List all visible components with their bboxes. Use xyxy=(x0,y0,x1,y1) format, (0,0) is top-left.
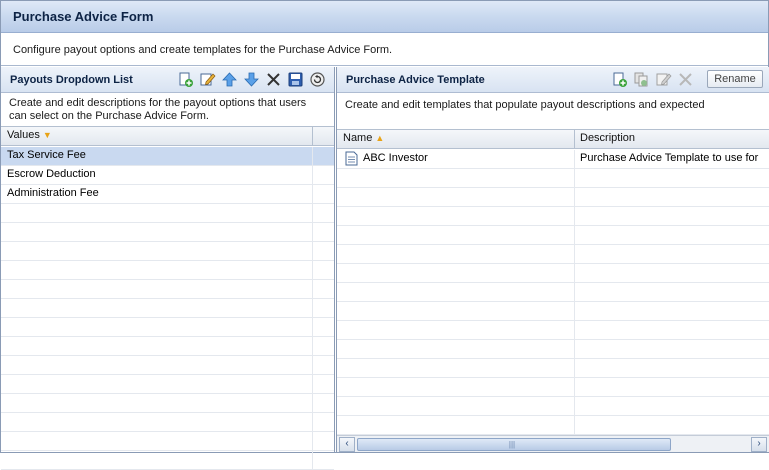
column-divider xyxy=(574,130,575,148)
empty-row xyxy=(1,337,334,356)
empty-row xyxy=(1,451,334,470)
empty-row xyxy=(337,207,769,226)
undo-icon[interactable] xyxy=(309,71,326,88)
empty-row xyxy=(1,299,334,318)
payouts-list: Tax Service Fee Escrow Deduction Adminis… xyxy=(1,147,334,470)
empty-row xyxy=(337,169,769,188)
values-header-label: Values ▼ xyxy=(7,129,52,141)
payouts-panel-title: Payouts Dropdown List xyxy=(10,74,133,86)
move-down-icon[interactable] xyxy=(243,71,260,88)
copy-icon[interactable] xyxy=(633,71,650,88)
divider xyxy=(1,65,768,66)
empty-row xyxy=(337,416,769,435)
scroll-right-icon[interactable]: › xyxy=(751,437,767,452)
empty-row xyxy=(1,394,334,413)
document-icon xyxy=(345,151,358,169)
template-description-cell: Purchase Advice Template to use for xyxy=(580,152,759,164)
template-panel-title: Purchase Advice Template xyxy=(346,74,485,86)
template-panel-header: Purchase Advice Template Rename xyxy=(337,67,769,93)
add-icon[interactable] xyxy=(611,71,628,88)
payouts-description: Create and edit descriptions for the pay… xyxy=(9,97,306,123)
edit-icon[interactable] xyxy=(199,71,216,88)
template-name: ABC Investor xyxy=(363,152,428,164)
title-bar: Purchase Advice Form xyxy=(1,1,768,33)
list-item-label: Tax Service Fee xyxy=(7,149,86,161)
save-icon[interactable] xyxy=(287,71,304,88)
payouts-panel-header: Payouts Dropdown List xyxy=(1,67,334,93)
add-icon[interactable] xyxy=(177,71,194,88)
empty-row xyxy=(1,223,334,242)
empty-row xyxy=(1,261,334,280)
template-panel: Purchase Advice Template Rename Create a… xyxy=(336,67,769,452)
empty-row xyxy=(337,264,769,283)
scrollbar-thumb[interactable]: ||| xyxy=(357,438,671,451)
empty-row xyxy=(1,413,334,432)
list-item-label: Escrow Deduction xyxy=(7,168,96,180)
empty-row xyxy=(1,318,334,337)
page-title: Purchase Advice Form xyxy=(13,9,154,24)
template-description: Create and edit templates that populate … xyxy=(345,99,705,111)
delete-icon[interactable] xyxy=(677,71,694,88)
sort-ascending-icon: ▲ xyxy=(375,133,385,143)
payouts-description-line1: Create and edit descriptions for the pay… xyxy=(9,97,307,109)
move-up-icon[interactable] xyxy=(221,71,238,88)
list-item[interactable]: Tax Service Fee xyxy=(1,147,334,166)
column-divider xyxy=(574,150,575,435)
rename-button[interactable]: Rename xyxy=(707,70,763,88)
purchase-advice-window: Purchase Advice Form Configure payout op… xyxy=(0,0,769,470)
form-description: Configure payout options and create temp… xyxy=(13,44,393,56)
list-item[interactable]: Administration Fee xyxy=(1,185,334,204)
empty-row xyxy=(337,321,769,340)
empty-row xyxy=(337,302,769,321)
empty-row xyxy=(337,188,769,207)
empty-row xyxy=(337,359,769,378)
payouts-description-line2: can select on the Purchase Advice Form. xyxy=(9,110,209,122)
scroll-left-icon[interactable]: ‹ xyxy=(339,437,355,452)
empty-row xyxy=(1,375,334,394)
description-column-header[interactable]: Description xyxy=(580,132,635,144)
list-item-label: Administration Fee xyxy=(7,187,99,199)
sort-descending-icon: ▼ xyxy=(42,130,52,140)
column-divider xyxy=(312,147,313,470)
template-table-header: Name ▲ Description xyxy=(337,129,769,149)
values-column-header[interactable]: Values ▼ xyxy=(1,126,334,146)
empty-row xyxy=(337,283,769,302)
empty-row xyxy=(1,356,334,375)
empty-row xyxy=(337,245,769,264)
template-toolbar xyxy=(611,71,701,89)
empty-row xyxy=(337,378,769,397)
empty-row xyxy=(337,340,769,359)
edit-icon[interactable] xyxy=(655,71,672,88)
delete-icon[interactable] xyxy=(265,71,282,88)
table-row[interactable]: ABC Investor Purchase Advice Template to… xyxy=(337,150,769,169)
empty-row xyxy=(1,242,334,261)
list-item[interactable]: Escrow Deduction xyxy=(1,166,334,185)
empty-row xyxy=(337,397,769,416)
name-column-header[interactable]: Name ▲ xyxy=(343,132,384,144)
empty-row xyxy=(337,226,769,245)
column-divider xyxy=(312,127,313,145)
empty-row xyxy=(1,204,334,223)
payouts-toolbar xyxy=(177,71,333,89)
horizontal-scrollbar[interactable]: ‹ ||| › xyxy=(337,435,769,452)
payouts-panel: Payouts Dropdown List Create and edit de… xyxy=(1,67,335,470)
empty-row xyxy=(1,280,334,299)
empty-row xyxy=(1,432,334,451)
template-table: ABC Investor Purchase Advice Template to… xyxy=(337,150,769,435)
grip-icon: ||| xyxy=(508,440,516,449)
